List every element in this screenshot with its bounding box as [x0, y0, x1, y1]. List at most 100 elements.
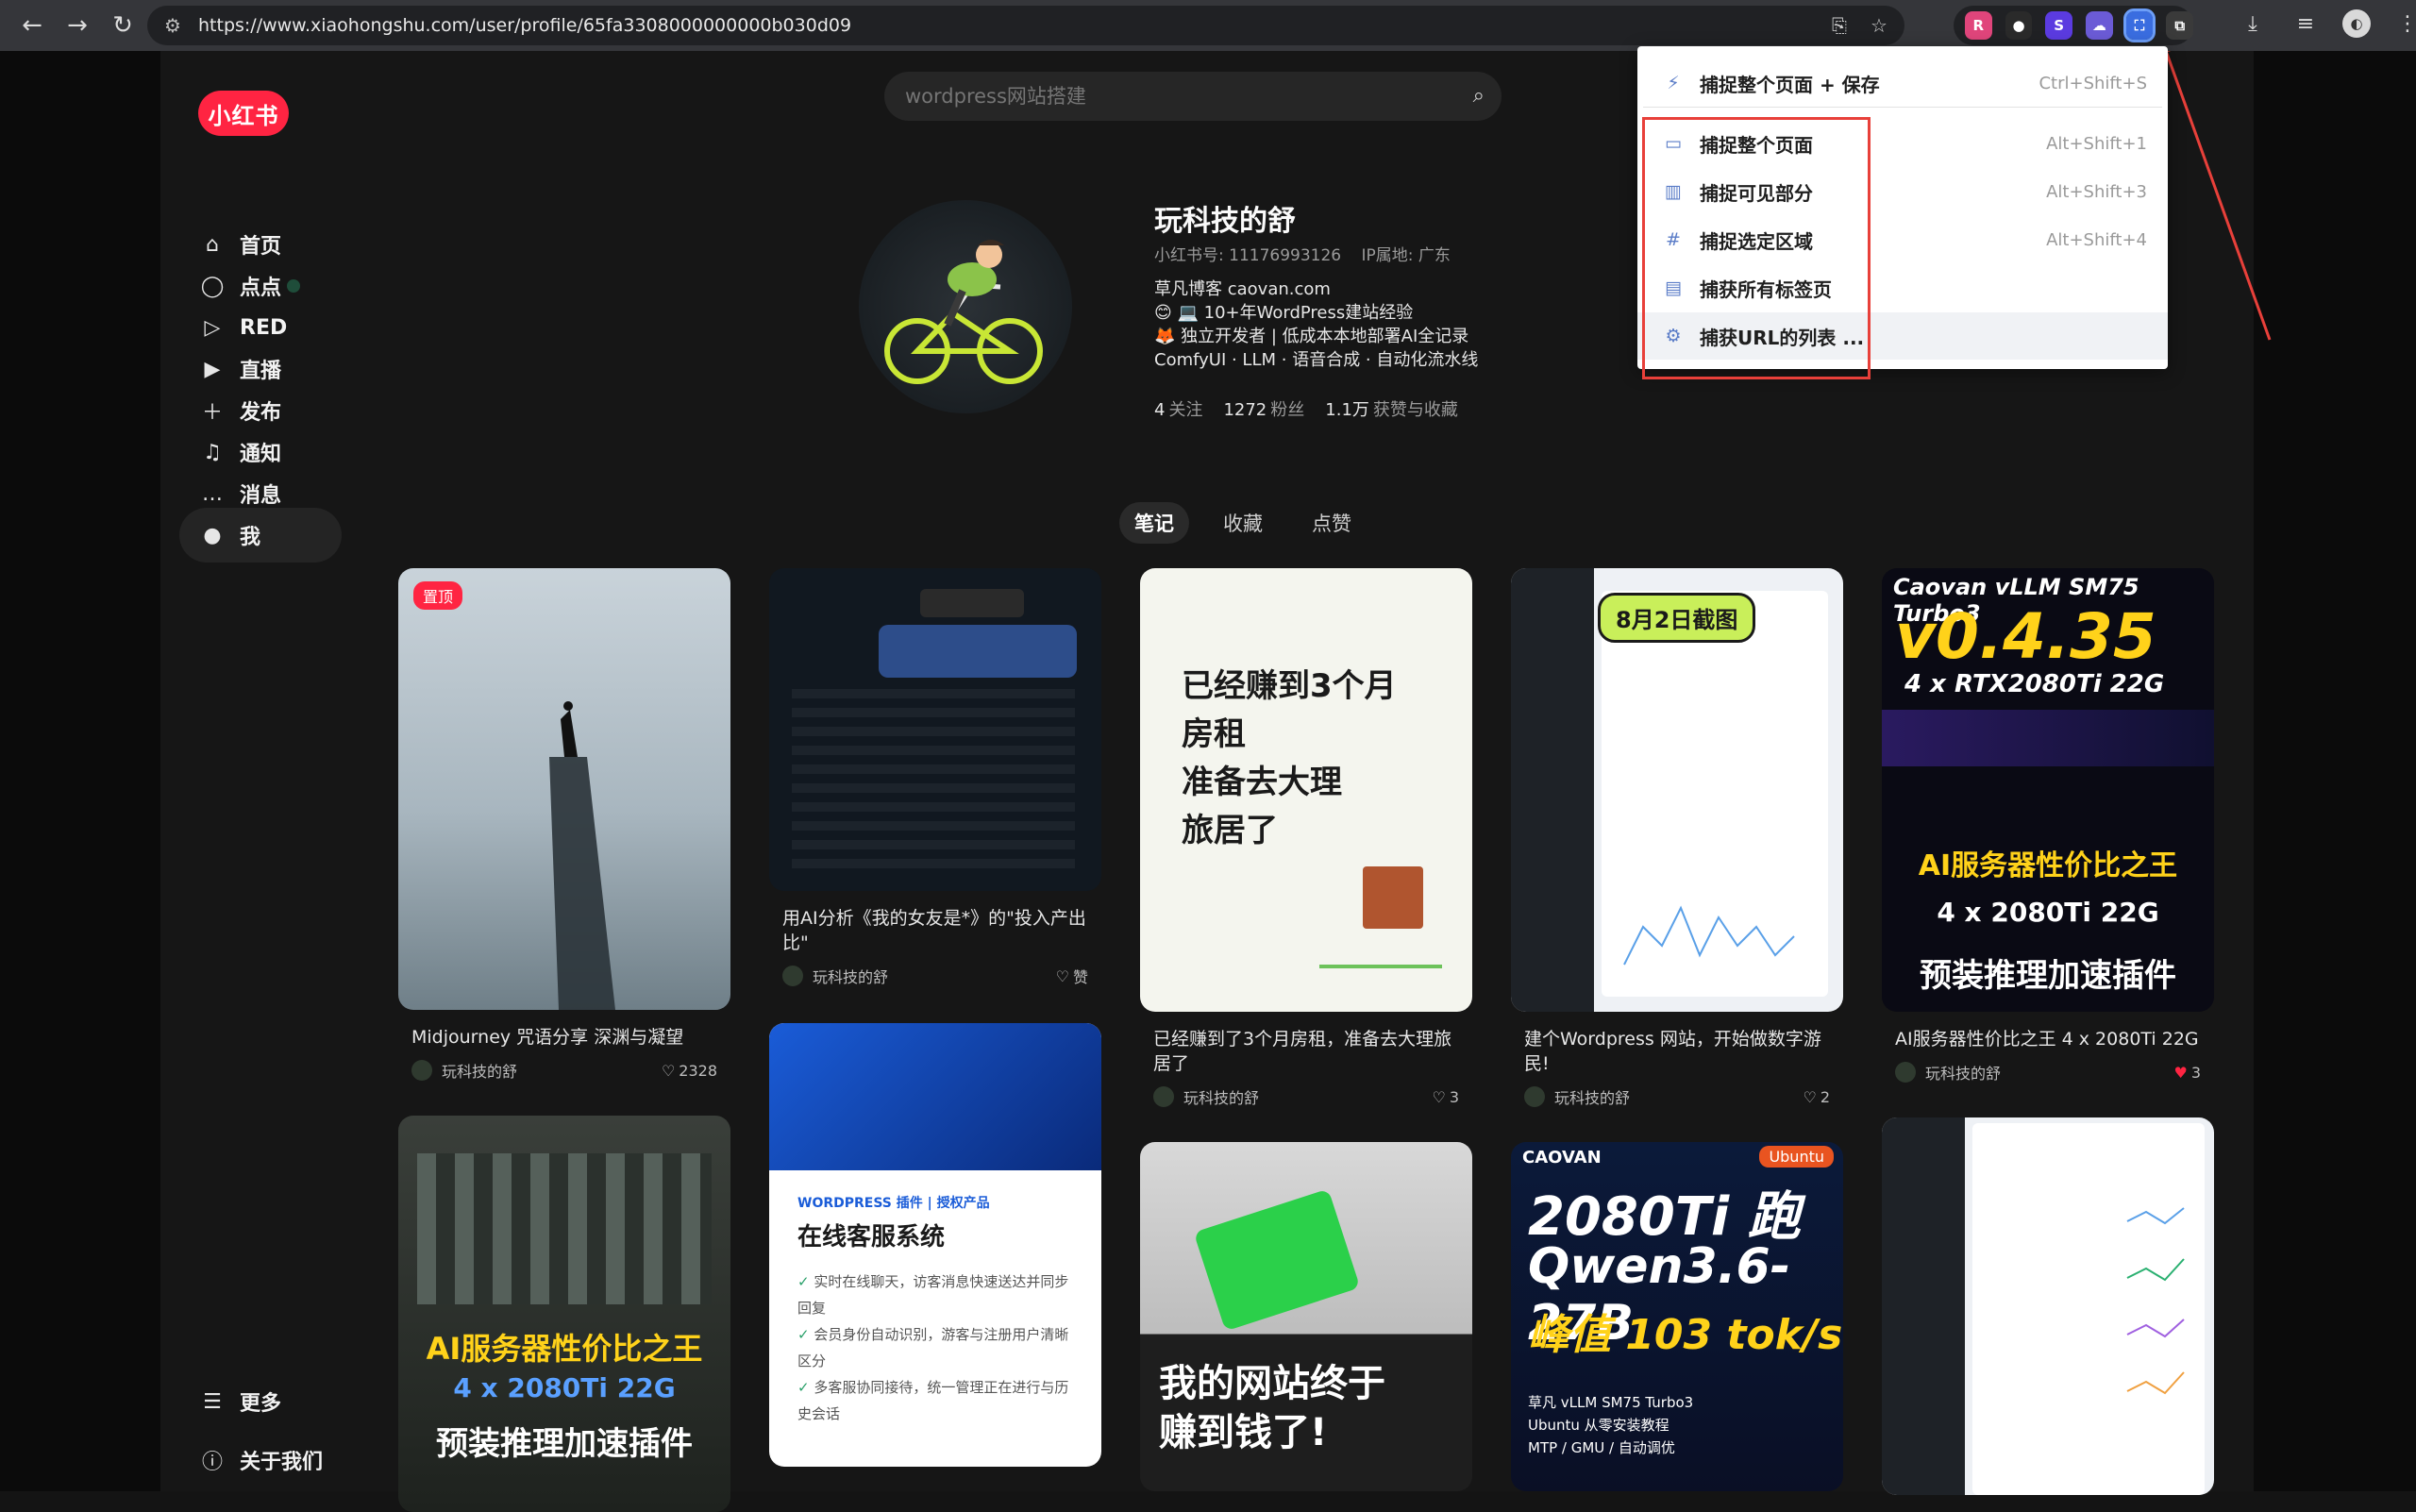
note-cover[interactable]: CAOVAN Ubuntu 2080Ti 跑 Qwen3.6-27B 峰值 10…: [1511, 1142, 1843, 1491]
stat-followers[interactable]: 1272 粉丝: [1223, 396, 1304, 421]
xiaohongshu-logo[interactable]: 小红书: [198, 91, 289, 136]
ext-red-icon[interactable]: R: [1965, 11, 1992, 40]
note-card[interactable]: 用AI分析《我的女友是*》的"投入产出比" 玩科技的舒 ♡ 赞: [769, 568, 1101, 987]
cover-text: WORDPRESS 插件 | 授权产品: [797, 1196, 990, 1211]
note-card[interactable]: 我的网站终于 赚到钱了!: [1140, 1142, 1472, 1491]
note-card[interactable]: WORDPRESS 插件 | 授权产品 在线客服系统 ✓ 实时在线聊天，访客消息…: [769, 1023, 1101, 1467]
chat-bubble-icon: ◯: [200, 274, 225, 298]
capture-menu-item-0[interactable]: ⚡ 捕捉整个页面 + 保存 Ctrl+Shift+S: [1637, 59, 2168, 107]
search-bar[interactable]: ⌕: [884, 72, 1502, 121]
download-icon[interactable]: ⤓: [2237, 8, 2269, 40]
note-cover[interactable]: 置顶: [398, 568, 730, 1010]
author-avatar[interactable]: [411, 1060, 432, 1081]
forward-icon[interactable]: →: [59, 7, 96, 44]
tab-liked[interactable]: 点赞: [1297, 502, 1367, 544]
bookmark-star-icon[interactable]: ☆: [1867, 13, 1891, 38]
cover-text: 预装推理加速插件: [436, 1425, 693, 1463]
note-cover[interactable]: 我的网站终于 赚到钱了!: [1140, 1142, 1472, 1491]
note-card[interactable]: AI服务器性价比之王 4 x 2080Ti 22G 预装推理加速插件: [398, 1116, 730, 1512]
ext-puzzle-icon[interactable]: ⧉: [2166, 11, 2194, 40]
browser-toolbar: ← → ↻ ⚙ https://www.xiaohongshu.com/user…: [0, 0, 2416, 51]
menu-kebab-icon[interactable]: ⋮: [2391, 8, 2416, 40]
note-cover[interactable]: AI服务器性价比之王 4 x 2080Ti 22G 预装推理加速插件: [398, 1116, 730, 1512]
like-button[interactable]: ♥ 3: [2173, 1064, 2201, 1082]
heart-icon: ♡: [1432, 1087, 1446, 1106]
shortcut-hint: Alt+Shift+4: [2046, 229, 2147, 250]
tab-collections[interactable]: 收藏: [1208, 502, 1278, 544]
bell-icon: ♫: [203, 440, 222, 464]
note-cover[interactable]: WORDPRESS 插件 | 授权产品 在线客服系统 ✓ 实时在线聊天，访客消息…: [769, 1023, 1101, 1467]
author-name[interactable]: 玩科技的舒: [813, 965, 1056, 987]
author-name[interactable]: 玩科技的舒: [1925, 1061, 2173, 1084]
menu-icon: ☰: [203, 1389, 222, 1414]
heart-icon: ♡: [1803, 1087, 1817, 1106]
author-name[interactable]: 玩科技的舒: [442, 1059, 662, 1082]
like-button[interactable]: ♡ 3: [1432, 1088, 1459, 1106]
author-avatar[interactable]: [782, 966, 803, 986]
note-card[interactable]: 已经赚到3个月 房租 准备去大理 旅居了 已经赚到了3个月房租，准备去大理旅居了…: [1140, 568, 1472, 1108]
sidebar-item-label: 首页: [240, 235, 282, 259]
like-button[interactable]: ♡ 2328: [662, 1062, 717, 1080]
sidebar-item-7[interactable]: ● 我: [179, 508, 342, 563]
author-name[interactable]: 玩科技的舒: [1183, 1085, 1432, 1108]
sidebar: 小红书 ⌂ 首页 ◯ 点点 ▷ RED ▶ 直播＋发布 ♫ 通知… 消息 ● 我 ☰ 更多 ⓘ 关于我们: [160, 51, 359, 1491]
bio-line: ComfyUI · LLM · 语音合成 · 自动化流水线: [1154, 350, 1479, 370]
search-icon[interactable]: ⌕: [1473, 84, 1485, 108]
note-card[interactable]: [1882, 1117, 2214, 1495]
like-button[interactable]: ♡ 2: [1803, 1088, 1830, 1106]
note-card[interactable]: Caovan vLLM SM75 Turbo3 v0.4.35 4 x RTX2…: [1882, 568, 2214, 1084]
sidebar-bottom-item-1[interactable]: ⓘ 关于我们: [179, 1433, 342, 1487]
me-avatar-icon: ●: [203, 523, 222, 547]
note-cover[interactable]: [769, 568, 1101, 891]
ext-s-icon[interactable]: S: [2045, 11, 2073, 40]
note-cover[interactable]: Caovan vLLM SM75 Turbo3 v0.4.35 4 x RTX2…: [1882, 568, 2214, 1012]
note-title[interactable]: Midjourney 咒语分享 深渊与凝望: [398, 1025, 730, 1050]
profile-avatar[interactable]: [859, 200, 1072, 413]
author-name[interactable]: 玩科技的舒: [1554, 1085, 1803, 1108]
profile-avatar-icon[interactable]: ◐: [2342, 9, 2371, 38]
install-app-icon[interactable]: ⎘: [1827, 13, 1852, 38]
note-cover[interactable]: 8月2日截图: [1511, 568, 1843, 1012]
plus-square-icon: ＋: [201, 401, 223, 425]
note-title[interactable]: 建个Wordpress 网站，开始做数字游民!: [1511, 1027, 1843, 1076]
cover-text: 4 x RTX2080Ti 22G: [1904, 670, 2165, 698]
author-avatar[interactable]: [1895, 1062, 1916, 1083]
note-cover[interactable]: [1882, 1117, 2214, 1495]
cover-text: 赚到钱了!: [1159, 1411, 1328, 1454]
search-input[interactable]: [905, 85, 1434, 108]
menu-separator: [1643, 107, 2162, 108]
tab-search-icon[interactable]: ≡: [2290, 8, 2322, 40]
like-button[interactable]: ♡ 赞: [1056, 965, 1088, 987]
stat-following[interactable]: 4 关注: [1154, 396, 1202, 421]
house-icon: [1363, 866, 1423, 929]
note-cover[interactable]: 已经赚到3个月 房租 准备去大理 旅居了: [1140, 568, 1472, 1012]
address-bar[interactable]: ⚙ https://www.xiaohongshu.com/user/profi…: [147, 6, 1904, 45]
sidebar-item-label: 直播: [240, 360, 282, 383]
note-card[interactable]: CAOVAN Ubuntu 2080Ti 跑 Qwen3.6-27B 峰值 10…: [1511, 1142, 1843, 1491]
ext-capture-icon[interactable]: ⛶: [2122, 8, 2156, 42]
ext-dot-icon[interactable]: ●: [2005, 11, 2033, 40]
note-card[interactable]: 置顶 Midjourney 咒语分享 深渊与凝望 玩科技的舒 ♡ 2328: [398, 568, 730, 1082]
tab-notes[interactable]: 笔记: [1119, 502, 1189, 544]
profile-tabs: 笔记 收藏 点赞: [1119, 502, 1367, 544]
reload-icon[interactable]: ↻: [104, 7, 142, 44]
cover-text: CAOVAN: [1522, 1148, 1602, 1168]
message-icon: …: [202, 481, 223, 506]
ext-cloud-icon[interactable]: ☁: [2086, 11, 2113, 40]
heart-filled-icon: ♥: [2173, 1063, 2188, 1082]
author-avatar[interactable]: [1153, 1086, 1174, 1107]
bio-line: 草凡博客 caovan.com: [1154, 279, 1331, 299]
site-info-icon[interactable]: ⚙: [160, 13, 185, 38]
shortcut-hint: Alt+Shift+3: [2046, 181, 2147, 202]
note-card[interactable]: 8月2日截图 建个Wordpress 网站，开始做数字游民! 玩科技的舒 ♡ 2: [1511, 568, 1843, 1108]
sidebar-bottom-item-0[interactable]: ☰ 更多: [179, 1374, 342, 1429]
note-title[interactable]: AI服务器性价比之王 4 x 2080Ti 22G: [1882, 1027, 2214, 1051]
dashboard-chart: [1623, 905, 1795, 966]
back-icon[interactable]: ←: [13, 7, 51, 44]
stat-likes[interactable]: 1.1万 获赞与收藏: [1325, 396, 1458, 421]
note-title[interactable]: 用AI分析《我的女友是*》的"投入产出比": [769, 906, 1101, 955]
note-title[interactable]: 已经赚到了3个月房租，准备去大理旅居了: [1140, 1027, 1472, 1076]
url-text[interactable]: https://www.xiaohongshu.com/user/profile…: [198, 15, 851, 36]
author-avatar[interactable]: [1524, 1086, 1545, 1107]
play-circle-icon: ▷: [204, 315, 221, 340]
